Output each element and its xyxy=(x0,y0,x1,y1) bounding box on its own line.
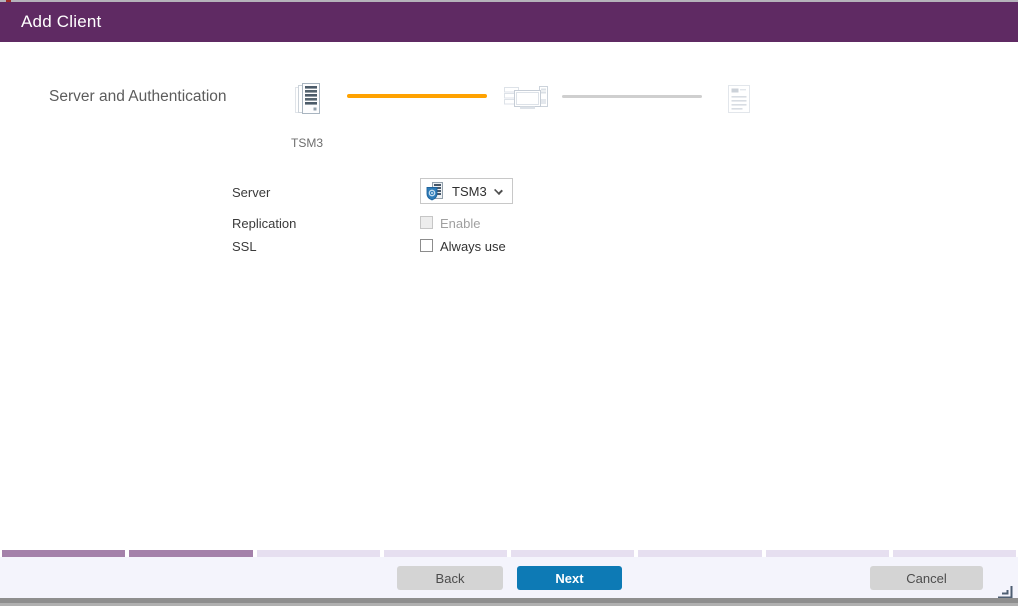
progress-segment xyxy=(892,550,1016,557)
dialog-footer: Back Next Cancel xyxy=(0,557,1018,599)
progress-segment xyxy=(765,550,889,557)
wizard-progress-strip xyxy=(0,550,1018,557)
server-select-value: TSM3 xyxy=(452,183,487,199)
dialog-title: Add Client xyxy=(21,12,102,31)
dialog-titlebar: Add Client xyxy=(0,2,1018,42)
server-icon xyxy=(295,83,321,120)
progress-segment xyxy=(511,550,635,557)
wizard-connector-done xyxy=(347,94,487,98)
wizard-current-step-label: TSM3 xyxy=(290,136,323,150)
server-shield-icon xyxy=(426,181,444,201)
wizard-step-heading: Server and Authentication xyxy=(49,88,227,105)
cancel-button[interactable]: Cancel xyxy=(870,566,983,590)
progress-segment xyxy=(129,550,253,557)
server-select[interactable]: TSM3 xyxy=(420,178,513,204)
ssl-always-use-checkbox[interactable] xyxy=(420,239,433,252)
replication-field-label: Replication xyxy=(232,216,297,231)
summary-document-icon xyxy=(728,85,750,118)
back-button[interactable]: Back xyxy=(397,566,503,590)
client-devices-icon xyxy=(504,85,549,116)
progress-segment xyxy=(256,550,380,557)
ssl-field-label: SSL xyxy=(232,239,257,254)
progress-segment xyxy=(2,550,126,557)
chevron-down-icon xyxy=(494,186,503,195)
server-field-label: Server xyxy=(232,185,271,200)
replication-enable-checkbox xyxy=(420,216,433,229)
ssl-always-use-label: Always use xyxy=(440,239,506,254)
replication-enable-label: Enable xyxy=(440,216,481,231)
add-client-dialog: Add Client Server and Authentication TSM… xyxy=(0,0,1018,606)
progress-segment xyxy=(383,550,507,557)
next-button[interactable]: Next xyxy=(517,566,622,590)
progress-segment xyxy=(638,550,762,557)
wizard-connector-todo xyxy=(562,95,702,98)
